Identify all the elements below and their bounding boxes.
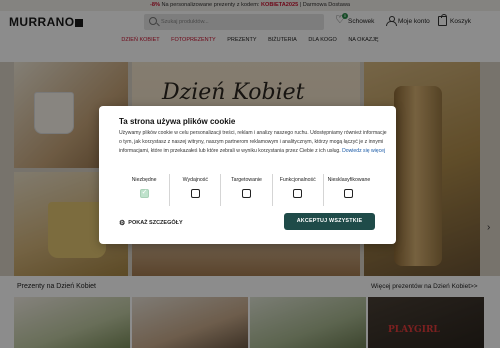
cookie-category-unclassified: Niesklasyfikowane xyxy=(324,174,374,206)
cookie-consent-dialog: Ta strona używa plików cookie Używamy pl… xyxy=(99,106,396,244)
targeting-checkbox[interactable] xyxy=(242,189,251,198)
cookie-category-performance: Wydajność xyxy=(170,174,222,206)
show-details-label: POKAŻ SZCZEGÓŁY xyxy=(128,220,183,226)
category-label: Wydajność xyxy=(182,177,208,183)
cookie-category-necessary: Niezbędne xyxy=(119,174,171,206)
cookie-title: Ta strona używa plików cookie xyxy=(119,117,236,126)
learn-more-link[interactable]: Dowiedz się więcej xyxy=(342,148,385,154)
cookie-categories: Niezbędne Wydajność Targetowanie Funkcjo… xyxy=(119,174,374,206)
functionality-checkbox[interactable] xyxy=(293,189,303,198)
cookie-category-targeting: Targetowanie xyxy=(221,174,273,206)
cookie-description: Używamy plików cookie w celu personaliza… xyxy=(119,129,389,156)
category-label: Niezbędne xyxy=(131,177,157,183)
show-details-button[interactable]: ⚙ POKAŻ SZCZEGÓŁY xyxy=(119,218,183,229)
unclassified-checkbox[interactable] xyxy=(344,189,354,198)
category-label: Targetowanie xyxy=(231,177,262,183)
gear-icon: ⚙ xyxy=(119,220,126,227)
category-label: Niesklasyfikowane xyxy=(327,177,371,183)
necessary-checkbox[interactable] xyxy=(139,188,149,198)
cookie-category-functionality: Funkcjonalność xyxy=(273,174,324,206)
performance-checkbox[interactable] xyxy=(190,189,200,198)
accept-all-button[interactable]: AKCEPTUJ WSZYSTKIE xyxy=(284,213,375,230)
category-label: Funkcjonalność xyxy=(279,177,316,183)
